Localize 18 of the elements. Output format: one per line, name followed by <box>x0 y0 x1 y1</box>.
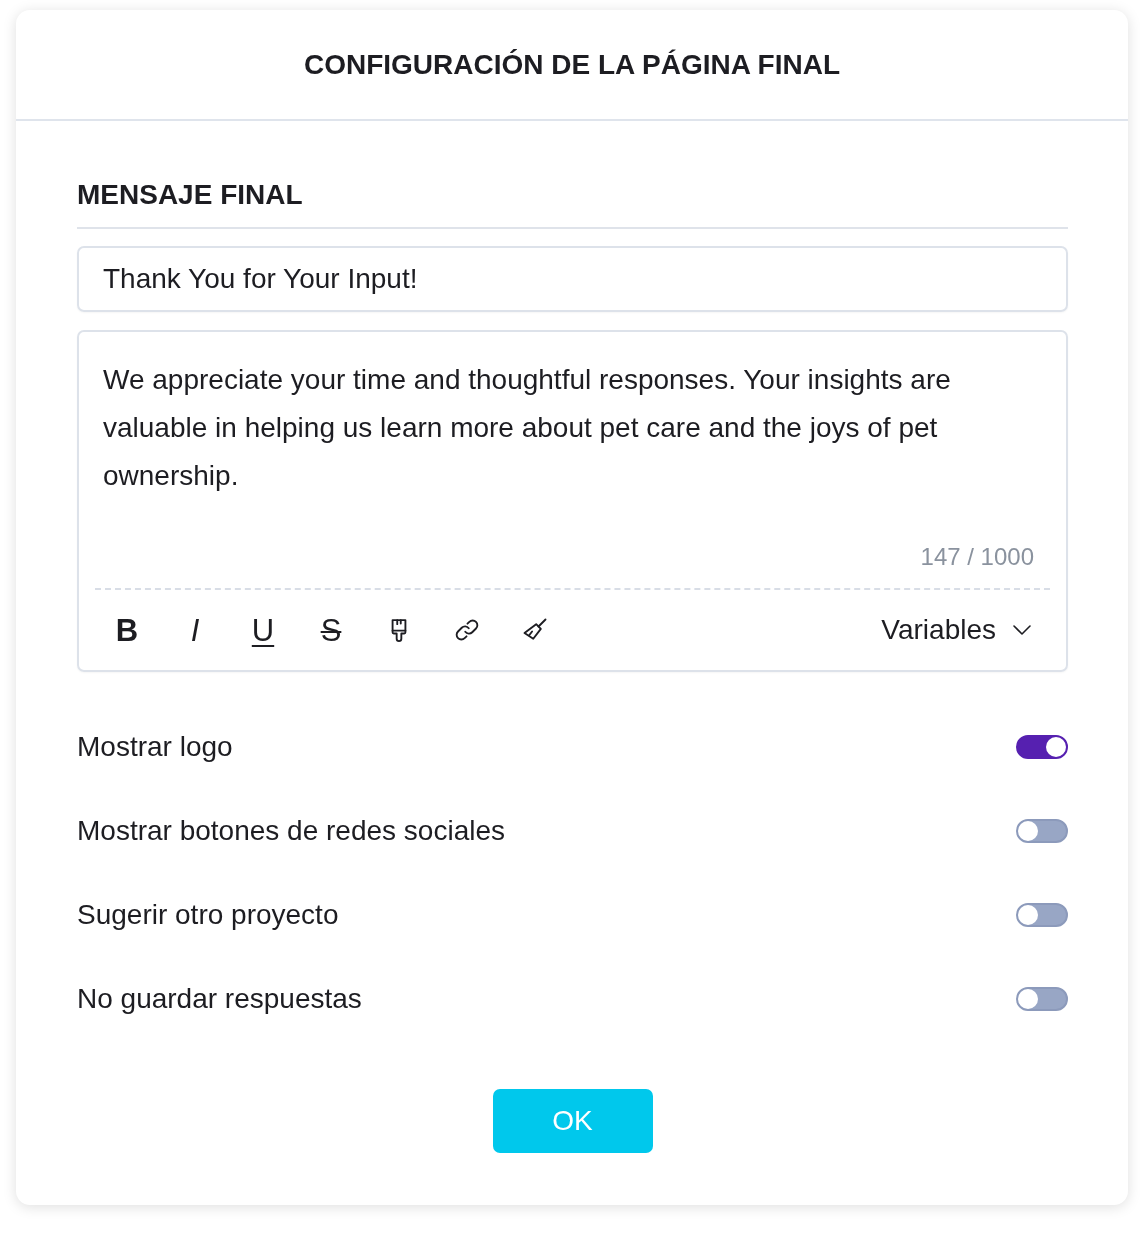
strikethrough-button[interactable]: S <box>305 608 357 652</box>
bold-button[interactable]: B <box>101 608 153 652</box>
section-heading: MENSAJE FINAL <box>77 179 303 211</box>
italic-button[interactable]: I <box>169 608 221 652</box>
underline-button[interactable]: U <box>237 608 289 652</box>
toggle-switch[interactable] <box>1016 819 1068 843</box>
option-label: Mostrar botones de redes sociales <box>77 814 505 848</box>
message-body-field[interactable]: We appreciate your time and thoughtful responses. Your insights are valuable in helping us learn more about pet care and the joys of pet ownership. <box>79 332 1066 542</box>
variables-dropdown[interactable]: Variables <box>881 609 1034 651</box>
character-counter: 147 / 1000 <box>920 544 1034 570</box>
toggle-switch[interactable] <box>1016 987 1068 1011</box>
dialog-title: CONFIGURACIÓN DE LA PÁGINA FINAL <box>303 47 841 82</box>
title-input-field[interactable]: Thank You for Your Input! <box>77 246 1068 312</box>
toggle-switch[interactable] <box>1016 903 1068 927</box>
option-label: Sugerir otro proyecto <box>77 898 339 932</box>
option-label: Mostrar logo <box>77 730 233 764</box>
toggle-switch[interactable] <box>1016 735 1068 759</box>
option-label: No guardar respuestas <box>77 982 362 1016</box>
